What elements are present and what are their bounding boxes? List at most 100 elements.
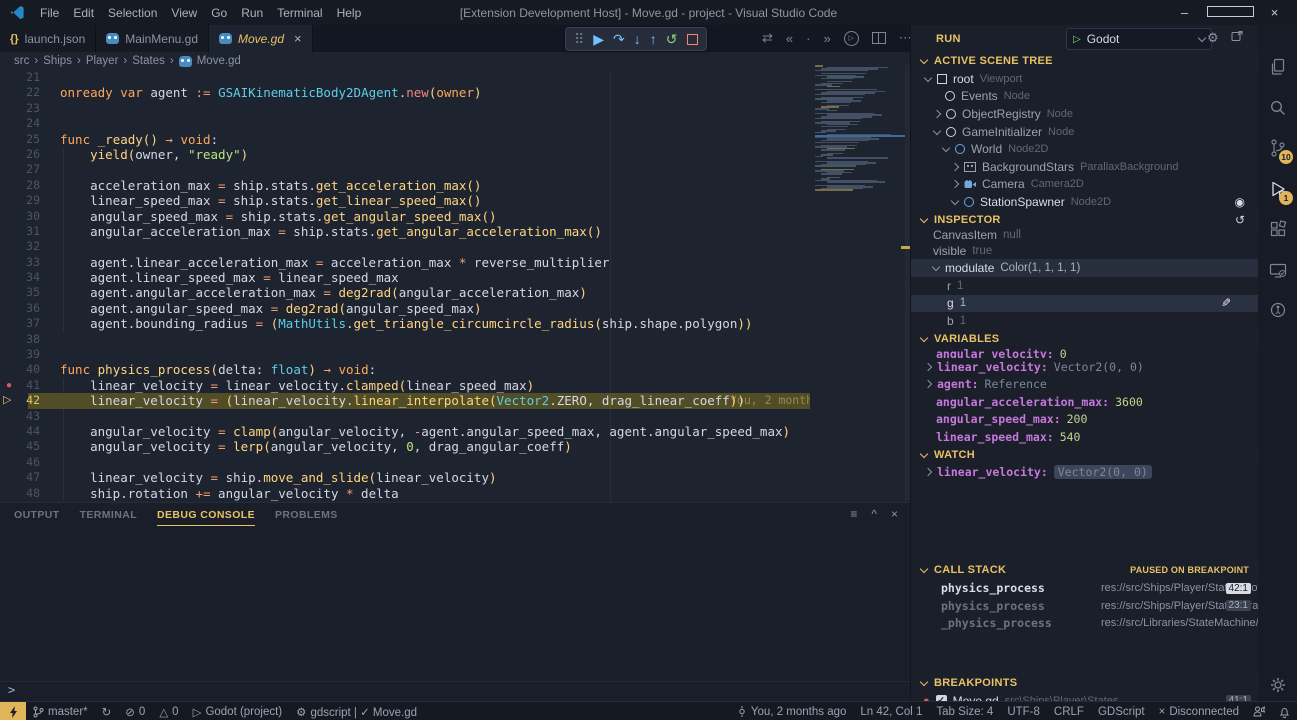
scene-tree-item[interactable]: BackgroundStarsParallaxBackground [911, 158, 1259, 176]
code-line[interactable]: 31 angular_acceleration_max = ship.stats… [0, 224, 910, 239]
code-line[interactable]: 45 angular_velocity = lerp(angular_veloc… [0, 439, 910, 454]
inspector-row-g[interactable]: g1✎ [911, 295, 1259, 313]
status-warnings[interactable]: △0 [152, 702, 185, 720]
gutter[interactable]: 40 [0, 362, 60, 377]
activity-remote-explorer[interactable] [1258, 250, 1297, 290]
breadcrumb[interactable]: src›Ships›Player›States›Move.gd [0, 52, 924, 70]
gutter[interactable]: 34 [0, 270, 60, 285]
chevron-right-icon[interactable] [951, 163, 959, 171]
gutter[interactable]: 28 [0, 178, 60, 193]
menu-help[interactable]: Help [330, 6, 369, 20]
gutter[interactable]: 25 [0, 132, 60, 147]
close-tab-icon[interactable]: × [294, 31, 302, 46]
scene-tree-item[interactable]: GameInitializerNode [911, 123, 1259, 141]
status-remote-indicator[interactable] [0, 702, 26, 720]
code-line[interactable]: 40func physics_process(delta: float) → v… [0, 362, 910, 377]
step-into-icon[interactable]: ↓ [634, 32, 641, 46]
continue-icon[interactable]: ▶ [593, 32, 604, 46]
inspector-row-b[interactable]: b1 [911, 312, 1259, 330]
code-line[interactable]: 37 agent.bounding_radius = (MathUtils.ge… [0, 316, 910, 331]
code-line[interactable]: 38 [0, 332, 910, 347]
activity-manage[interactable] [1258, 665, 1297, 705]
status-cursor-position[interactable]: Ln 42, Col 1 [853, 702, 929, 720]
gutter[interactable]: 22 [0, 85, 60, 100]
panel-tab-problems[interactable]: PROBLEMS [275, 509, 338, 526]
chevron-right-icon[interactable] [924, 380, 932, 388]
call-stack-frame[interactable]: physics_processres://src/Ships/Player/St… [911, 579, 1259, 597]
gutter[interactable]: 45 [0, 439, 60, 454]
debug-console-input[interactable]: > [0, 681, 910, 699]
gutter[interactable]: 23 [0, 101, 60, 116]
activity-godot-tools[interactable] [1258, 290, 1297, 330]
breadcrumb-item[interactable]: src [14, 55, 29, 67]
clear-console-icon[interactable]: ≡ [850, 507, 857, 521]
code-line[interactable]: 39 [0, 347, 910, 362]
code-line[interactable]: 30 angular_speed_max = ship.stats.get_an… [0, 209, 910, 224]
variables-row-angular_velocity[interactable]: angular_velocity:0 [911, 347, 1259, 358]
maximize-panel-icon[interactable]: ^ [871, 507, 877, 521]
variables-row-linear_velocity[interactable]: linear_velocity:Vector2(0, 0) [911, 358, 1259, 376]
gutter[interactable]: 43 [0, 409, 60, 424]
gutter[interactable]: 47 [0, 470, 60, 485]
eye-icon[interactable]: ◉ [1235, 195, 1245, 209]
gutter[interactable]: 39 [0, 347, 60, 362]
refresh-icon[interactable]: ↺ [1235, 213, 1245, 227]
status-gdscript-status[interactable]: ⚙gdscript | ✓ Move.gd [289, 702, 424, 720]
gutter[interactable]: 48 [0, 486, 60, 501]
gutter[interactable]: 44 [0, 424, 60, 439]
minimize-button[interactable]: – [1162, 5, 1207, 20]
gutter[interactable]: 46 [0, 455, 60, 470]
code-line[interactable]: 26 yield(owner, "ready") [0, 147, 910, 162]
reverse-continue-icon[interactable]: · [806, 31, 810, 46]
scene-tree-item[interactable]: EventsNode [911, 88, 1259, 106]
run-circle-icon[interactable]: ▷ [844, 31, 859, 46]
inspector-row-r[interactable]: r1 [911, 277, 1259, 295]
step-forward-icon[interactable]: » [823, 31, 830, 46]
edit-pencil-icon[interactable]: ✎ [1221, 296, 1231, 310]
activity-run-and-debug[interactable]: 1 [1258, 169, 1297, 209]
activity-extensions[interactable] [1258, 209, 1297, 249]
tab-move-gd[interactable]: Move.gd× [209, 25, 313, 52]
stop-icon[interactable] [687, 34, 698, 45]
inspector-row-visible[interactable]: visibletrue [911, 242, 1259, 260]
inspector-row-CanvasItem[interactable]: CanvasItemnull [911, 229, 1259, 242]
status-language-mode[interactable]: GDScript [1091, 702, 1152, 720]
gutter[interactable]: 27 [0, 162, 60, 177]
scene-tree-item[interactable]: CameraCamera2D [911, 176, 1259, 194]
split-editor-icon[interactable] [872, 32, 886, 44]
step-out-icon[interactable]: ↑ [650, 32, 657, 46]
step-back-icon[interactable]: « [786, 31, 793, 46]
section-inspector[interactable]: INSPECTOR↺ [911, 211, 1259, 229]
menu-file[interactable]: File [33, 6, 66, 20]
code-line[interactable]: 35 agent.angular_acceleration_max = deg2… [0, 285, 910, 300]
chevron-right-icon[interactable] [924, 362, 932, 370]
activity-explorer[interactable] [1258, 47, 1297, 87]
status-lsp-connection[interactable]: ×Disconnected [1152, 702, 1246, 720]
code-line[interactable]: 34 agent.linear_speed_max = linear_speed… [0, 270, 910, 285]
chevron-down-icon[interactable] [932, 263, 940, 271]
chevron-down-icon[interactable] [933, 126, 941, 134]
code-line[interactable]: ●41 linear_velocity = linear_velocity.cl… [0, 378, 910, 393]
code-line[interactable]: ▷42 linear_velocity = (linear_velocity.l… [0, 393, 910, 408]
status-feedback[interactable] [1246, 702, 1272, 720]
chevron-right-icon[interactable] [951, 180, 959, 188]
variables-row-angular_speed_max[interactable]: angular_speed_max:200 [911, 411, 1259, 429]
menu-view[interactable]: View [164, 6, 204, 20]
code-line[interactable]: 32 [0, 239, 910, 254]
status-godot-project[interactable]: ▷Godot (project) [186, 702, 290, 720]
variables-row-angular_acceleration_max[interactable]: angular_acceleration_max:3600 [911, 393, 1259, 411]
gutter[interactable]: 32 [0, 239, 60, 254]
debug-config-dropdown[interactable]: ▷ Godot [1066, 28, 1212, 50]
code-line[interactable]: 23 [0, 101, 910, 116]
panel-tab-output[interactable]: OUTPUT [14, 509, 60, 526]
breadcrumb-item[interactable]: Ships [43, 55, 72, 67]
code-line[interactable]: 48 ship.rotation += angular_velocity * d… [0, 486, 910, 501]
activity-search[interactable] [1258, 88, 1297, 128]
gutter[interactable]: 24 [0, 116, 60, 131]
status-notifications[interactable] [1272, 702, 1297, 720]
status-eol[interactable]: CRLF [1047, 702, 1091, 720]
close-panel-icon[interactable]: × [891, 507, 898, 521]
scene-tree-item[interactable]: ObjectRegistryNode [911, 105, 1259, 123]
code-line[interactable]: 25func _ready() → void: [0, 132, 910, 147]
section-breakpoints[interactable]: BREAKPOINTS [911, 674, 1259, 692]
